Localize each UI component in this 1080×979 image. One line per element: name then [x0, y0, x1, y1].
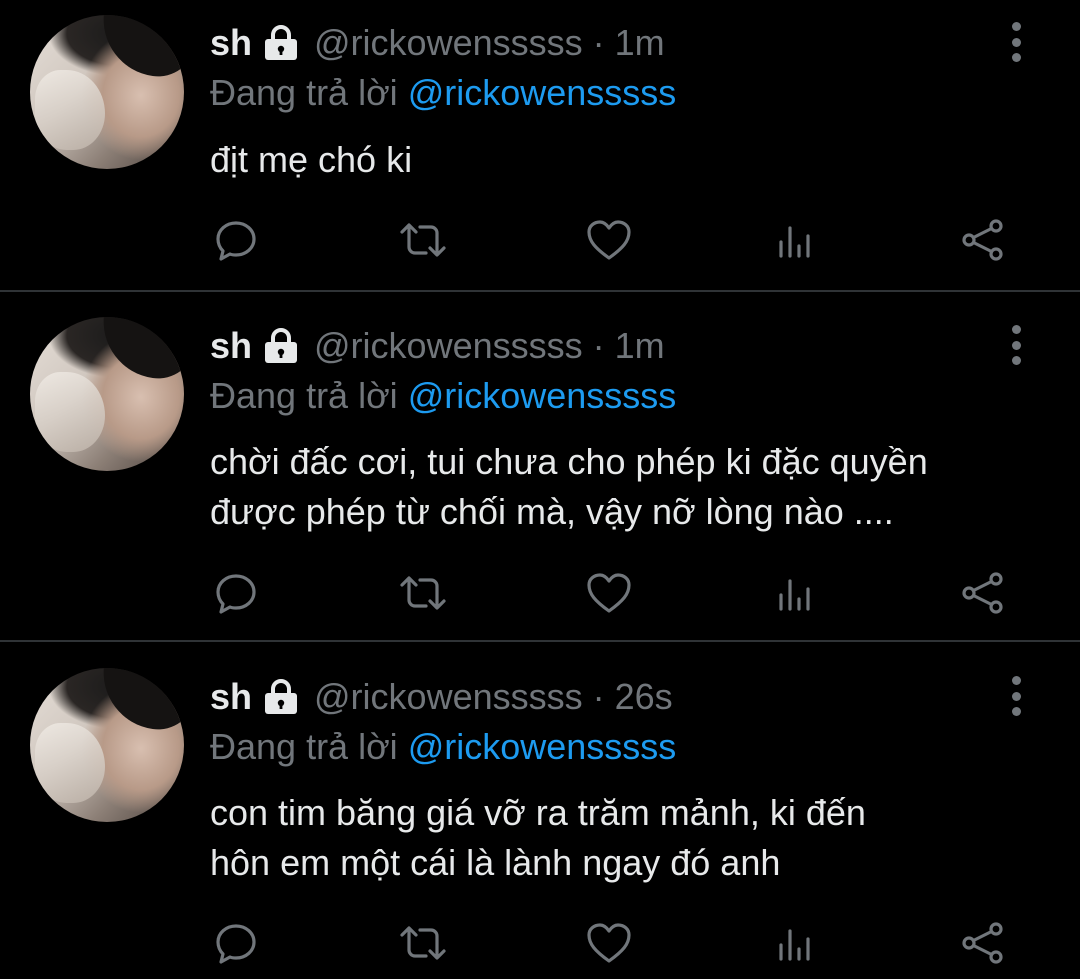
lock-icon — [262, 328, 300, 364]
retweet-icon[interactable] — [398, 568, 448, 618]
tweet-header: sh @rickowensssss · 26s — [210, 676, 673, 718]
tweet-text-line: địt mẹ chó ki — [210, 139, 413, 180]
retweet-icon[interactable] — [398, 918, 448, 968]
separator-dot: · — [592, 325, 605, 366]
reply-icon[interactable] — [211, 215, 261, 265]
tweet[interactable]: sh @rickowensssss · 1m Đang trả lời @ric… — [0, 0, 1080, 290]
heart-icon[interactable] — [584, 918, 634, 968]
tweet-text: con tim băng giá vỡ ra trăm mảnh, ki đến… — [210, 788, 1060, 888]
display-name[interactable]: sh — [210, 22, 252, 64]
timestamp[interactable]: 26s — [615, 676, 673, 718]
reply-context: Đang trả lời @rickowensssss — [210, 726, 676, 768]
views-icon[interactable] — [771, 568, 821, 618]
tweet[interactable]: sh @rickowensssss · 1m Đang trả lời @ric… — [0, 292, 1080, 640]
handle[interactable]: @rickowensssss — [314, 325, 583, 367]
reply-mention[interactable]: @rickowensssss — [408, 72, 677, 113]
separator-dot: · — [592, 22, 605, 63]
reply-mention[interactable]: @rickowensssss — [408, 375, 677, 416]
tweet-text: địt mẹ chó ki — [210, 135, 1060, 185]
tweet[interactable]: sh @rickowensssss · 26s Đang trả lời @ri… — [0, 642, 1080, 979]
reply-prefix: Đang trả lời — [210, 726, 398, 767]
tweet-text-line: hôn em một cái là lành ngay đó anh — [210, 842, 781, 883]
tweet-text-line: chời đấc cơi, tui chưa cho phép ki đặc q… — [210, 441, 928, 482]
reply-icon[interactable] — [211, 568, 261, 618]
heart-icon[interactable] — [584, 215, 634, 265]
share-icon[interactable] — [958, 215, 1008, 265]
lock-icon — [262, 25, 300, 61]
avatar[interactable] — [30, 668, 184, 822]
action-bar — [0, 918, 1080, 968]
separator-dot: · — [592, 676, 605, 717]
lock-icon — [262, 679, 300, 715]
action-bar — [0, 215, 1080, 265]
tweet-header: sh @rickowensssss · 1m — [210, 325, 665, 367]
more-vertical-icon[interactable] — [1003, 22, 1029, 62]
handle[interactable]: @rickowensssss — [314, 22, 583, 64]
timestamp[interactable]: 1m — [615, 22, 665, 64]
reply-icon[interactable] — [211, 918, 261, 968]
heart-icon[interactable] — [584, 568, 634, 618]
avatar[interactable] — [30, 317, 184, 471]
reply-prefix: Đang trả lời — [210, 375, 398, 416]
share-icon[interactable] — [958, 918, 1008, 968]
retweet-icon[interactable] — [398, 215, 448, 265]
avatar[interactable] — [30, 15, 184, 169]
reply-context: Đang trả lời @rickowensssss — [210, 72, 676, 114]
views-icon[interactable] — [771, 918, 821, 968]
action-bar — [0, 568, 1080, 618]
display-name[interactable]: sh — [210, 325, 252, 367]
display-name[interactable]: sh — [210, 676, 252, 718]
reply-mention[interactable]: @rickowensssss — [408, 726, 677, 767]
views-icon[interactable] — [771, 215, 821, 265]
more-vertical-icon[interactable] — [1003, 325, 1029, 365]
tweet-text-line: con tim băng giá vỡ ra trăm mảnh, ki đến — [210, 792, 866, 833]
timestamp[interactable]: 1m — [615, 325, 665, 367]
tweet-text: chời đấc cơi, tui chưa cho phép ki đặc q… — [210, 437, 1060, 537]
reply-prefix: Đang trả lời — [210, 72, 398, 113]
more-vertical-icon[interactable] — [1003, 676, 1029, 716]
share-icon[interactable] — [958, 568, 1008, 618]
tweet-text-line: được phép từ chối mà, vậy nỡ lòng nào ..… — [210, 491, 894, 532]
reply-context: Đang trả lời @rickowensssss — [210, 375, 676, 417]
tweet-header: sh @rickowensssss · 1m — [210, 22, 665, 64]
handle[interactable]: @rickowensssss — [314, 676, 583, 718]
